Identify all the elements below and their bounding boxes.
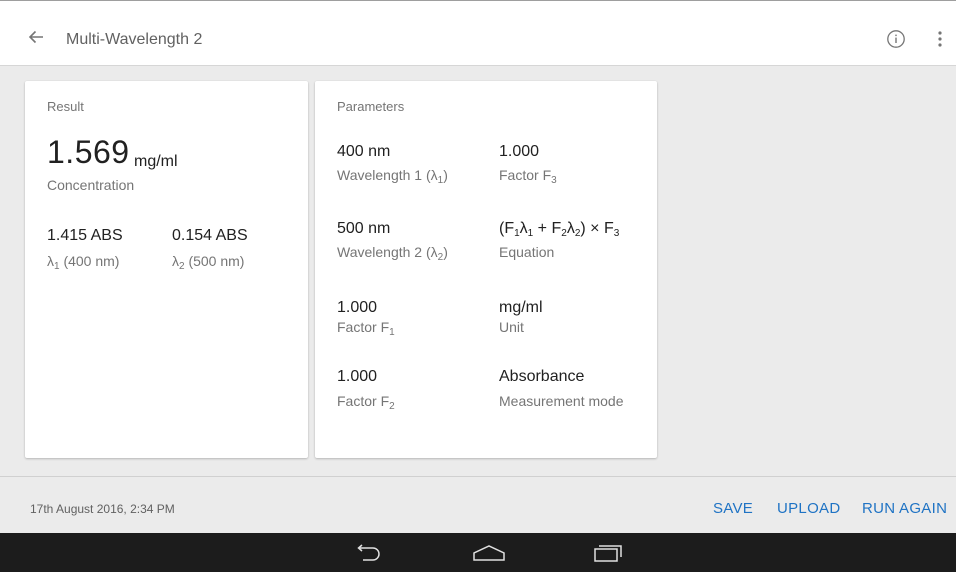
more-options-button[interactable] xyxy=(930,25,950,53)
factor3-label: Factor F3 xyxy=(499,167,557,186)
unit-value: mg/ml xyxy=(499,299,543,316)
nav-home-icon xyxy=(473,545,505,561)
abs2-label: λ2 (500 nm) xyxy=(172,253,245,272)
factor3-value: 1.000 xyxy=(499,143,540,160)
equation-label: Equation xyxy=(499,244,555,260)
page-title: Multi-Wavelength 2 xyxy=(66,31,203,48)
arrow-back-icon xyxy=(28,30,43,44)
mode-label: Measurement mode xyxy=(499,393,624,409)
factor2-value: 1.000 xyxy=(337,368,378,385)
concentration-unit: mg/ml xyxy=(134,153,178,170)
factor1-label: Factor F1 xyxy=(337,319,395,338)
result-card: Result 1.569 mg/ml Concentration 1.415 A… xyxy=(25,81,308,458)
wavelength2-label: Wavelength 2 (λ2) xyxy=(337,244,448,263)
timestamp: 17th August 2016, 2:34 PM xyxy=(30,502,175,516)
nav-back-icon xyxy=(357,544,380,561)
more-vert-icon xyxy=(938,31,942,47)
nav-recents-icon xyxy=(594,545,622,562)
footer-bar: 17th August 2016, 2:34 PM SAVE UPLOAD RU… xyxy=(0,476,956,533)
parameters-heading: Parameters xyxy=(337,99,405,114)
info-button[interactable] xyxy=(882,25,910,53)
unit-label: Unit xyxy=(499,319,524,335)
run-again-button[interactable]: RUN AGAIN xyxy=(862,500,947,517)
parameters-card: Parameters 400 nm Wavelength 1 (λ1) 1.00… xyxy=(315,81,657,458)
app-bar: Multi-Wavelength 2 xyxy=(0,0,956,66)
abs1-value: 1.415 ABS xyxy=(47,227,123,244)
factor2-label: Factor F2 xyxy=(337,393,395,412)
mode-value: Absorbance xyxy=(499,368,585,385)
result-heading: Result xyxy=(47,99,84,114)
abs2-value: 0.154 ABS xyxy=(172,227,248,244)
nav-back-button[interactable] xyxy=(347,540,387,566)
nav-home-button[interactable] xyxy=(469,540,509,566)
wavelength2-value: 500 nm xyxy=(337,220,391,237)
concentration-value: 1.569 xyxy=(47,134,130,170)
system-navigation-bar xyxy=(0,533,956,572)
factor1-value: 1.000 xyxy=(337,299,378,316)
wavelength1-value: 400 nm xyxy=(337,143,391,160)
wavelength1-label: Wavelength 1 (λ1) xyxy=(337,167,448,186)
nav-recents-button[interactable] xyxy=(588,540,628,566)
save-button[interactable]: SAVE xyxy=(713,500,753,517)
abs1-label: λ1 (400 nm) xyxy=(47,253,120,272)
info-icon xyxy=(887,30,905,48)
back-button[interactable] xyxy=(22,23,50,51)
equation-value: (F1λ1 + F2λ2) × F3 xyxy=(499,220,620,239)
upload-button[interactable]: UPLOAD xyxy=(777,500,841,517)
concentration-label: Concentration xyxy=(47,177,135,193)
